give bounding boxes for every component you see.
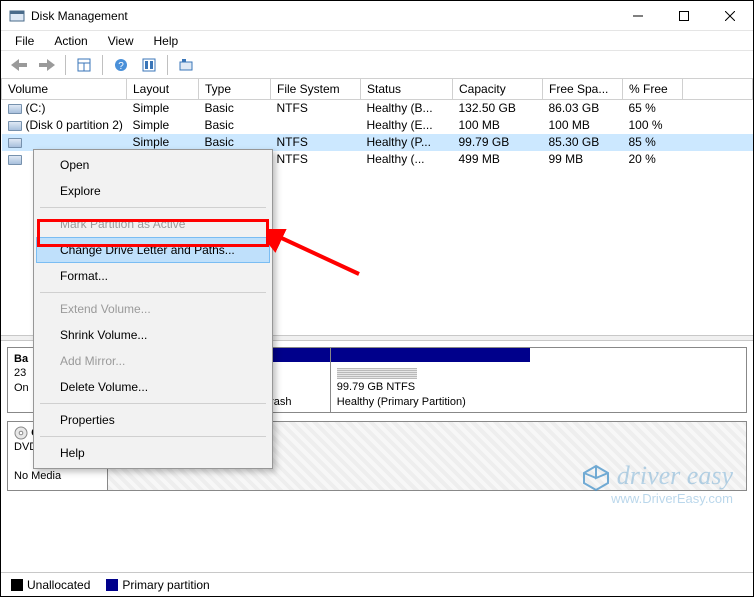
disk-head-line: 23 [14, 367, 26, 379]
cell-fs: NTFS [271, 151, 361, 168]
window-title: Disk Management [31, 9, 615, 23]
context-menu-separator [40, 436, 266, 437]
app-icon [9, 8, 25, 24]
disk-head-line: Ba [14, 353, 28, 365]
context-menu-item: Extend Volume... [36, 296, 270, 322]
cell-capacity: 132.50 GB [453, 100, 543, 117]
back-button[interactable] [7, 54, 31, 76]
table-row[interactable]: (C:)SimpleBasicNTFSHealthy (B...132.50 G… [2, 100, 753, 117]
title-bar: Disk Management [1, 1, 753, 31]
col-type[interactable]: Type [199, 79, 271, 100]
disk-head-line: On [14, 382, 29, 394]
context-menu-item[interactable]: Open [36, 152, 270, 178]
cell-volume: (C:) [2, 100, 127, 117]
cell-free: 100 MB [543, 117, 623, 134]
col-capacity[interactable]: Capacity [453, 79, 543, 100]
action-tool-button[interactable] [174, 54, 198, 76]
minimize-button[interactable] [615, 1, 661, 31]
context-menu-item: Mark Partition as Active [36, 211, 270, 237]
volume-icon [8, 155, 22, 165]
cd-status: No Media [14, 470, 61, 482]
legend-primary: Primary partition [106, 578, 209, 592]
menu-help[interactable]: Help [144, 32, 189, 50]
menu-view[interactable]: View [98, 32, 144, 50]
context-menu-item[interactable]: Change Drive Letter and Paths... [36, 237, 270, 263]
toolbar: ? [1, 51, 753, 79]
volume-icon [8, 138, 22, 148]
context-menu-item[interactable]: Properties [36, 407, 270, 433]
help-tool-button[interactable]: ? [109, 54, 133, 76]
cell-capacity: 99.79 GB [453, 134, 543, 151]
cell-fs [271, 117, 361, 134]
cell-volume [2, 134, 127, 151]
window-controls [615, 1, 753, 31]
svg-text:?: ? [118, 61, 124, 72]
cell-status: Healthy (... [361, 151, 453, 168]
context-menu-separator [40, 207, 266, 208]
cell-fs: NTFS [271, 134, 361, 151]
context-menu: OpenExplore Mark Partition as ActiveChang… [33, 149, 273, 469]
forward-button[interactable] [35, 54, 59, 76]
cell-status: Healthy (P... [361, 134, 453, 151]
cell-layout: Simple [127, 134, 199, 151]
context-menu-separator [40, 403, 266, 404]
cell-type: Basic [199, 134, 271, 151]
cell-status: Healthy (B... [361, 100, 453, 117]
partition[interactable]: 99.79 GB NTFSHealthy (Primary Partition) [330, 348, 530, 412]
cell-free: 85.30 GB [543, 134, 623, 151]
legend-bar: Unallocated Primary partition [1, 572, 753, 596]
cell-status: Healthy (E... [361, 117, 453, 134]
cell-volume: (Disk 0 partition 2) [2, 117, 127, 134]
table-row[interactable]: (Disk 0 partition 2)SimpleBasic Healthy (… [2, 117, 753, 134]
menu-file[interactable]: File [5, 32, 44, 50]
col-fs[interactable]: File System [271, 79, 361, 100]
legend-label: Primary partition [122, 578, 209, 592]
col-layout[interactable]: Layout [127, 79, 199, 100]
volume-icon [8, 121, 22, 131]
menu-action[interactable]: Action [44, 32, 97, 50]
toolbar-separator [167, 55, 168, 75]
cell-type: Basic [199, 117, 271, 134]
cell-free: 99 MB [543, 151, 623, 168]
cell-fs: NTFS [271, 100, 361, 117]
obscured-label [337, 368, 417, 379]
table-row[interactable]: SimpleBasicNTFSHealthy (P...99.79 GB85.3… [2, 134, 753, 151]
refresh-tool-button[interactable] [137, 54, 161, 76]
table-header-row: Volume Layout Type File System Status Ca… [2, 79, 753, 100]
col-pct[interactable]: % Free [623, 79, 683, 100]
cell-pct: 20 % [623, 151, 683, 168]
legend-label: Unallocated [27, 578, 90, 592]
volume-icon [8, 104, 22, 114]
cell-capacity: 499 MB [453, 151, 543, 168]
cell-capacity: 100 MB [453, 117, 543, 134]
col-status[interactable]: Status [361, 79, 453, 100]
properties-tool-button[interactable] [72, 54, 96, 76]
maximize-button[interactable] [661, 1, 707, 31]
cell-type: Basic [199, 100, 271, 117]
legend-unallocated: Unallocated [11, 578, 90, 592]
context-menu-item[interactable]: Explore [36, 178, 270, 204]
close-button[interactable] [707, 1, 753, 31]
toolbar-separator [102, 55, 103, 75]
cell-layout: Simple [127, 100, 199, 117]
col-spare [683, 79, 753, 100]
cell-pct: 85 % [623, 134, 683, 151]
menu-bar: File Action View Help [1, 31, 753, 51]
context-menu-item[interactable]: Delete Volume... [36, 374, 270, 400]
context-menu-item: Add Mirror... [36, 348, 270, 374]
cell-free: 86.03 GB [543, 100, 623, 117]
cell-layout: Simple [127, 117, 199, 134]
context-menu-separator [40, 292, 266, 293]
cell-pct: 100 % [623, 117, 683, 134]
context-menu-item[interactable]: Shrink Volume... [36, 322, 270, 348]
context-menu-item[interactable]: Help [36, 440, 270, 466]
cell-pct: 65 % [623, 100, 683, 117]
col-volume[interactable]: Volume [2, 79, 127, 100]
col-free[interactable]: Free Spa... [543, 79, 623, 100]
toolbar-separator [65, 55, 66, 75]
context-menu-item[interactable]: Format... [36, 263, 270, 289]
